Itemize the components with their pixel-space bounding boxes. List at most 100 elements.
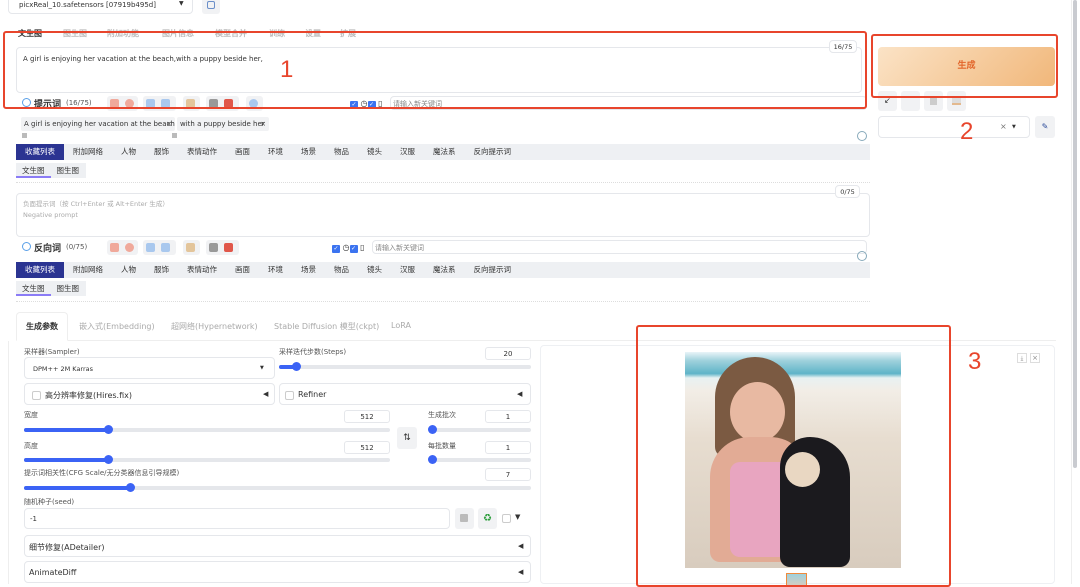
params-panel: 采样器(Sampler) DPM++ 2M Karras▼ 采样迭代步数(Ste… bbox=[8, 341, 536, 584]
category-tab[interactable]: 汉服 bbox=[391, 262, 424, 278]
adetailer-accordion[interactable]: 细节修复(ADetailer)◀ bbox=[24, 535, 531, 557]
checkbox-b[interactable]: ✓ bbox=[350, 245, 358, 253]
category-tab[interactable]: 附加网络 bbox=[64, 144, 112, 160]
category-tab[interactable]: 物品 bbox=[325, 262, 358, 278]
slider-knob[interactable] bbox=[428, 425, 437, 434]
sampler-select[interactable]: DPM++ 2M Karras▼ bbox=[24, 357, 275, 379]
batch-size-input[interactable]: 1 bbox=[485, 441, 531, 454]
subtab-txt2img[interactable]: 文生图 bbox=[16, 281, 51, 296]
category-tab[interactable]: 附加网络 bbox=[64, 262, 112, 278]
width-slider[interactable] bbox=[24, 428, 390, 432]
height-slider[interactable] bbox=[24, 458, 390, 462]
model-select[interactable]: picxReal_10.safetensors [07919b495d] ▼ bbox=[8, 0, 193, 14]
tab-generation-params[interactable]: 生成参数 bbox=[16, 312, 68, 341]
tab-lora[interactable]: LoRA bbox=[391, 321, 411, 330]
negative-prompt-textarea[interactable]: 负面提示词（按 Ctrl+Enter 或 Alt+Enter 生成） Negat… bbox=[16, 193, 870, 237]
category-tab[interactable]: 人物 bbox=[112, 262, 145, 278]
steps-input[interactable]: 20 bbox=[485, 347, 531, 360]
negative-keyword-input[interactable]: 请输入新关键词 bbox=[372, 240, 867, 254]
expand-icon[interactable] bbox=[857, 131, 867, 141]
slider-knob[interactable] bbox=[104, 455, 113, 464]
cfg-input[interactable]: 7 bbox=[485, 468, 531, 481]
hires-checkbox[interactable] bbox=[32, 391, 41, 400]
styles-select[interactable]: ×▼ bbox=[878, 116, 1030, 138]
steps-slider[interactable] bbox=[279, 365, 531, 369]
subtab-txt2img[interactable]: 文生图 bbox=[16, 163, 51, 178]
category-tab[interactable]: 画面 bbox=[226, 262, 259, 278]
category-tab[interactable]: 服饰 bbox=[145, 144, 178, 160]
negative-count: (0/75) bbox=[66, 243, 87, 251]
category-tab[interactable]: 场景 bbox=[292, 144, 325, 160]
slider-knob[interactable] bbox=[126, 483, 135, 492]
scrollbar[interactable] bbox=[1073, 0, 1077, 468]
category-favorites[interactable]: 收藏列表 bbox=[16, 262, 64, 278]
checkbox-a[interactable]: ✓ bbox=[332, 245, 340, 253]
category-tab[interactable]: 表情动作 bbox=[178, 144, 226, 160]
swap-dimensions-button[interactable]: ⇅ bbox=[397, 427, 417, 449]
category-favorites[interactable]: 收藏列表 bbox=[16, 144, 64, 160]
extra-seed-toggle-icon[interactable]: ▼ bbox=[515, 513, 520, 521]
tab-embedding[interactable]: 嵌入式(Embedding) bbox=[79, 321, 155, 332]
chevron-down-icon: ▼ bbox=[260, 365, 264, 371]
collapse-icon[interactable] bbox=[22, 242, 31, 251]
refresh-model-button[interactable] bbox=[202, 0, 220, 14]
random-seed-button[interactable] bbox=[455, 508, 474, 529]
tag-edit-icon[interactable] bbox=[22, 133, 27, 138]
batch-count-input[interactable]: 1 bbox=[485, 410, 531, 423]
category-tab[interactable]: 反向提示词 bbox=[465, 262, 521, 278]
prompt-tag[interactable]: with a puppy beside her× bbox=[177, 117, 269, 131]
category-tab[interactable]: 镜头 bbox=[358, 144, 391, 160]
refiner-checkbox[interactable] bbox=[285, 391, 294, 400]
extra-seed-checkbox[interactable] bbox=[502, 514, 511, 523]
category-tab[interactable]: 镜头 bbox=[358, 262, 391, 278]
grid-icon[interactable] bbox=[186, 243, 195, 252]
batch-count-slider[interactable] bbox=[428, 428, 531, 432]
edit-style-button[interactable]: ✎ bbox=[1035, 116, 1055, 138]
translate-icon[interactable] bbox=[110, 243, 119, 252]
category-tab[interactable]: 魔法系 bbox=[424, 262, 465, 278]
category-tab[interactable]: 服饰 bbox=[145, 262, 178, 278]
category-tab[interactable]: 人物 bbox=[112, 144, 145, 160]
reuse-seed-button[interactable]: ♻ bbox=[478, 508, 497, 529]
prompt-tag[interactable]: A girl is enjoying her vacation at the b… bbox=[21, 117, 175, 131]
paste-icon[interactable] bbox=[161, 243, 170, 252]
slider-knob[interactable] bbox=[292, 362, 301, 371]
close-icon[interactable]: × bbox=[166, 117, 172, 131]
history-icon[interactable] bbox=[209, 243, 218, 252]
category-tab[interactable]: 物品 bbox=[325, 144, 358, 160]
category-tab[interactable]: 表情动作 bbox=[178, 262, 226, 278]
batch-size-slider[interactable] bbox=[428, 458, 531, 462]
hires-fix-accordion[interactable]: 高分辨率修复(Hires.fix)◀ bbox=[24, 383, 275, 405]
trash-icon[interactable] bbox=[224, 243, 233, 252]
seed-input[interactable]: -1 bbox=[24, 508, 450, 529]
batch-size-label: 每批数量 bbox=[428, 441, 456, 451]
cfg-slider[interactable] bbox=[24, 486, 531, 490]
annotation-number-3: 3 bbox=[968, 348, 981, 376]
category-tab[interactable]: 场景 bbox=[292, 262, 325, 278]
category-tab[interactable]: 环境 bbox=[259, 262, 292, 278]
download-icon[interactable]: ⤓ bbox=[1017, 353, 1027, 363]
clear-icon[interactable]: × bbox=[1000, 122, 1007, 131]
tab-checkpoint[interactable]: Stable Diffusion 模型(ckpt) bbox=[274, 321, 379, 332]
category-tab[interactable]: 反向提示词 bbox=[465, 144, 521, 160]
animatediff-accordion[interactable]: AnimateDiff◀ bbox=[24, 561, 531, 583]
tab-hypernetwork[interactable]: 超网络(Hypernetwork) bbox=[171, 321, 258, 332]
refiner-accordion[interactable]: Refiner◀ bbox=[279, 383, 531, 405]
category-tab[interactable]: 汉服 bbox=[391, 144, 424, 160]
expand-icon[interactable] bbox=[857, 251, 867, 261]
slider-knob[interactable] bbox=[104, 425, 113, 434]
category-tab[interactable]: 画面 bbox=[226, 144, 259, 160]
close-icon[interactable]: × bbox=[260, 117, 266, 131]
category-tab[interactable]: 环境 bbox=[259, 144, 292, 160]
settings-icon[interactable] bbox=[125, 243, 134, 252]
width-input[interactable]: 512 bbox=[344, 410, 390, 423]
subtab-img2img[interactable]: 图生图 bbox=[51, 163, 86, 178]
annotation-number-2: 2 bbox=[960, 118, 973, 146]
copy-icon[interactable] bbox=[146, 243, 155, 252]
close-icon[interactable]: × bbox=[1030, 353, 1040, 363]
tag-edit-icon[interactable] bbox=[172, 133, 177, 138]
subtab-img2img[interactable]: 图生图 bbox=[51, 281, 86, 296]
slider-knob[interactable] bbox=[428, 455, 437, 464]
category-tab[interactable]: 魔法系 bbox=[424, 144, 465, 160]
height-input[interactable]: 512 bbox=[344, 441, 390, 454]
